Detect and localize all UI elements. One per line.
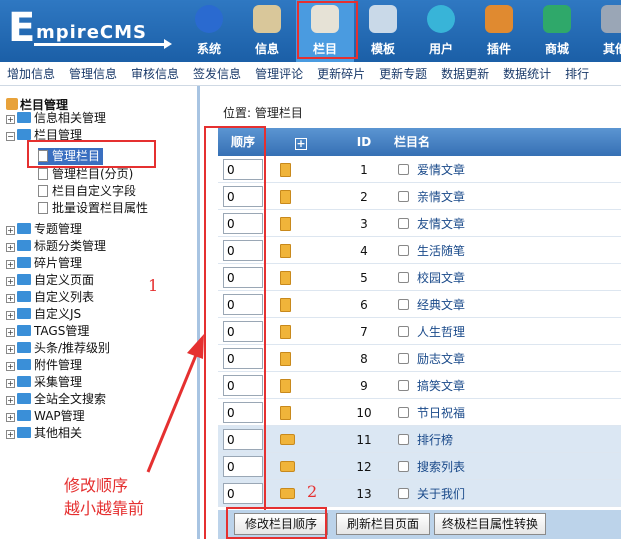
screen: E mpireCMS 系统 信息 栏目 模板 用户 插件 商城 其他 增加信息 管理信息 审核信息… <box>0 0 621 539</box>
annotation-arrow <box>146 334 204 473</box>
